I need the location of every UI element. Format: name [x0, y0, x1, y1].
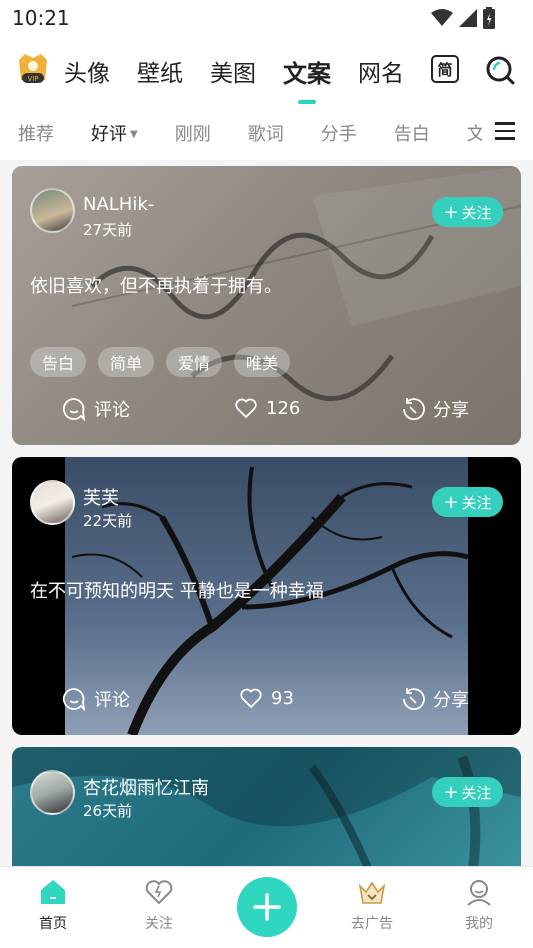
post-text[interactable]: 依旧喜欢，但不再执着于拥有。: [30, 272, 282, 298]
add-post-button[interactable]: [237, 877, 297, 937]
plus-icon: [253, 893, 281, 921]
post-time: 22天前: [83, 512, 133, 530]
username[interactable]: 杏花烟雨忆江南: [83, 774, 209, 800]
menu-icon[interactable]: [495, 122, 515, 142]
category-lyrics[interactable]: 歌词: [248, 120, 284, 146]
tab-nickname[interactable]: 网名: [358, 54, 404, 88]
tab-wallpaper[interactable]: 壁纸: [137, 54, 183, 88]
top-nav: VIP 头像 壁纸 美图 文案 网名 简: [0, 36, 533, 104]
like-button[interactable]: 93: [239, 686, 294, 710]
follow-button[interactable]: + 关注: [432, 487, 503, 517]
heart-icon: [235, 398, 257, 419]
nav-following-label: 关注: [145, 916, 173, 932]
comment-button[interactable]: 评论: [62, 396, 130, 422]
bottom-nav: 首页 关注 去广告 我的: [0, 866, 533, 948]
username[interactable]: NALHik-: [83, 194, 154, 215]
category-confession[interactable]: 告白: [394, 120, 430, 146]
status-bar: 10:21: [0, 0, 533, 36]
crown-icon: [358, 881, 386, 904]
follow-label: 关注: [461, 493, 492, 512]
category-top-rated-label: 好评: [91, 124, 127, 145]
comment-icon: [62, 398, 86, 421]
home-icon: [41, 880, 65, 904]
post-time: 27天前: [83, 221, 133, 239]
plus-icon: +: [443, 201, 459, 223]
post-actions: 评论 93 分享: [12, 686, 521, 716]
follow-label: 关注: [461, 203, 492, 222]
nav-remove-ads-label: 去广告: [351, 916, 393, 932]
comment-button[interactable]: 评论: [62, 686, 130, 712]
plus-icon: +: [443, 781, 459, 803]
category-recommend[interactable]: 推荐: [18, 120, 54, 146]
follow-button[interactable]: + 关注: [432, 197, 503, 227]
plus-icon: +: [443, 491, 459, 513]
like-count: 126: [266, 397, 301, 419]
comment-icon: [62, 688, 86, 711]
username[interactable]: 芙芙: [83, 484, 119, 510]
category-breakup[interactable]: 分手: [321, 120, 357, 146]
category-nav: 推荐 好评 ▼ 刚刚 歌词 分手 告白 文: [0, 104, 533, 160]
post-card[interactable]: 芙芙 22天前 + 关注 在不可预知的明天 平静也是一种幸福 评论 93 分享: [12, 457, 521, 735]
like-button[interactable]: 126: [234, 396, 300, 420]
tab-avatar[interactable]: 头像: [64, 54, 110, 88]
follow-button[interactable]: + 关注: [432, 777, 503, 807]
category-just-now[interactable]: 刚刚: [175, 120, 211, 146]
category-top-rated[interactable]: 好评 ▼: [91, 120, 138, 146]
status-icons: [431, 7, 495, 29]
category-scroll[interactable]: 推荐 好评 ▼ 刚刚 歌词 分手 告白 文: [0, 104, 482, 160]
tab-pictures[interactable]: 美图: [210, 54, 256, 88]
nav-home[interactable]: 首页: [23, 877, 83, 933]
vip-label: VIP: [27, 75, 38, 83]
like-count: 93: [271, 687, 294, 709]
heart-icon: [240, 688, 262, 709]
nav-home-label: 首页: [39, 916, 67, 932]
tag-chip[interactable]: 爱情: [166, 347, 223, 377]
tag-chip[interactable]: 告白: [30, 347, 87, 377]
comment-label: 评论: [94, 690, 130, 711]
share-label: 分享: [433, 400, 469, 421]
follow-label: 关注: [461, 783, 492, 802]
tag-chip[interactable]: 简单: [98, 347, 155, 377]
share-icon: [403, 688, 425, 711]
heart-icon: [145, 880, 173, 905]
nav-profile-label: 我的: [465, 916, 493, 932]
comment-label: 评论: [94, 400, 130, 421]
tag-chip[interactable]: 唯美: [234, 347, 291, 377]
post-actions: 评论 126 分享: [12, 396, 521, 426]
battery-icon: [483, 7, 495, 29]
user-icon: [467, 880, 491, 906]
avatar[interactable]: [30, 770, 75, 815]
nav-following[interactable]: 关注: [129, 877, 189, 933]
post-card[interactable]: 杏花烟雨忆江南 26天前 + 关注: [12, 747, 521, 866]
post-text[interactable]: 在不可预知的明天 平静也是一种幸福: [30, 577, 324, 603]
tab-copywriting[interactable]: 文案: [283, 54, 331, 104]
category-partial[interactable]: 文: [467, 120, 482, 146]
nav-remove-ads[interactable]: 去广告: [342, 877, 402, 933]
avatar[interactable]: [30, 188, 75, 233]
avatar[interactable]: [30, 480, 75, 525]
post-feed[interactable]: NALHik- 27天前 + 关注 依旧喜欢，但不再执着于拥有。 告白 简单 爱情…: [0, 160, 533, 866]
top-tabs: 头像 壁纸 美图 文案 网名: [64, 54, 404, 104]
search-icon[interactable]: [485, 55, 515, 85]
share-button[interactable]: 分享: [401, 396, 469, 422]
status-time: 10:21: [12, 6, 70, 30]
post-card[interactable]: NALHik- 27天前 + 关注 依旧喜欢，但不再执着于拥有。 告白 简单 爱情…: [12, 166, 521, 445]
post-time: 26天前: [83, 802, 133, 820]
share-button[interactable]: 分享: [401, 686, 469, 712]
tag-list: 告白 简单 爱情 唯美: [30, 347, 291, 377]
signal-icon: [459, 9, 477, 27]
caret-down-icon: ▼: [130, 129, 138, 140]
share-icon: [403, 398, 425, 421]
simplified-chinese-button[interactable]: 简: [431, 55, 459, 83]
vip-icon[interactable]: VIP: [16, 50, 50, 86]
wifi-icon: [431, 9, 453, 26]
share-label: 分享: [433, 690, 469, 711]
nav-profile[interactable]: 我的: [449, 877, 509, 933]
